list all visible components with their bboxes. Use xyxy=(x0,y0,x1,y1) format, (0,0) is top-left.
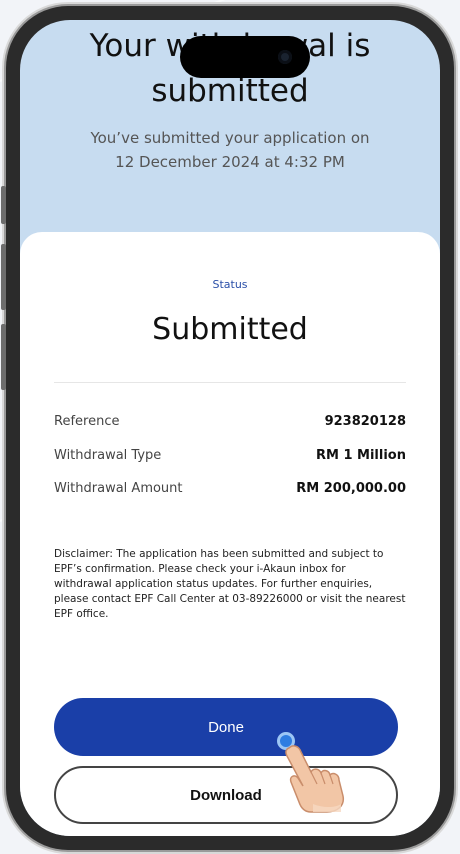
detail-label: Withdrawal Type xyxy=(54,447,162,463)
detail-label: Reference xyxy=(54,413,120,429)
detail-value: RM 1 Million xyxy=(316,447,406,463)
dynamic-island xyxy=(180,36,310,78)
pointing-hand-icon xyxy=(285,745,345,813)
divider xyxy=(54,382,406,383)
status-value: Submitted xyxy=(152,312,308,347)
detail-row-reference: Reference 923820128 xyxy=(54,410,406,432)
status-label: Status xyxy=(212,278,248,291)
mute-switch xyxy=(1,186,6,224)
detail-row-withdrawal-type: Withdrawal Type RM 1 Million xyxy=(54,444,406,466)
submission-info: You’ve submitted your application on 12 … xyxy=(60,126,400,174)
disclaimer-text: Disclaimer: The application has been sub… xyxy=(54,548,406,620)
detail-value: RM 200,000.00 xyxy=(296,480,406,496)
submission-info-line-1: You’ve submitted your application on xyxy=(90,129,370,147)
submission-date: 12 December 2024 at 4:32 PM xyxy=(115,153,345,171)
front-camera-icon xyxy=(278,50,292,64)
screen: Your withdrawal is submitted You’ve subm… xyxy=(20,20,440,836)
status-card: Status Submitted Reference 923820128 Wit… xyxy=(20,232,440,836)
volume-down-button xyxy=(1,324,6,390)
detail-label: Withdrawal Amount xyxy=(54,480,183,496)
detail-row-withdrawal-amount: Withdrawal Amount RM 200,000.00 xyxy=(54,477,406,499)
detail-value: 923820128 xyxy=(324,413,406,429)
volume-up-button xyxy=(1,244,6,310)
phone-frame: Your withdrawal is submitted You’ve subm… xyxy=(1,6,454,850)
